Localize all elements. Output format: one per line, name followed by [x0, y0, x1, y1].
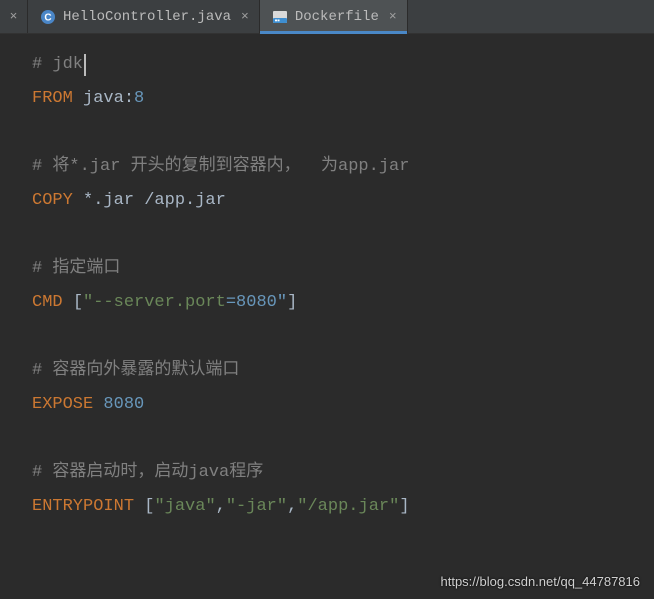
watermark: https://blog.csdn.net/qq_44787816: [441, 574, 641, 589]
code-token: ,: [216, 490, 226, 524]
code-line[interactable]: # 容器向外暴露的默认端口: [32, 354, 654, 388]
code-line[interactable]: # jdk: [32, 48, 654, 82]
code-token: [134, 490, 144, 524]
code-line[interactable]: FROM java:8: [32, 82, 654, 116]
docker-file-icon: [272, 9, 288, 25]
close-icon[interactable]: ×: [0, 0, 28, 33]
tab-dockerfile[interactable]: Dockerfile ×: [260, 0, 408, 33]
code-token: *.jar /app.jar: [83, 184, 226, 218]
close-icon[interactable]: ×: [241, 9, 249, 24]
code-token: # 将*.jar 开头的复制到容器内， 为app.jar: [32, 150, 409, 184]
code-token: "/app.jar": [297, 490, 399, 524]
code-token: # jdk: [32, 48, 83, 82]
code-token: [93, 388, 103, 422]
code-token: java: [83, 82, 124, 116]
code-line[interactable]: [32, 320, 654, 354]
code-token: # 容器向外暴露的默认端口: [32, 354, 239, 388]
code-token: FROM: [32, 82, 73, 116]
code-token: ]: [287, 286, 297, 320]
code-token: [: [144, 490, 154, 524]
code-token: [63, 286, 73, 320]
code-token: "-jar": [226, 490, 287, 524]
code-line[interactable]: CMD ["--server.port=8080"]: [32, 286, 654, 320]
code-token: CMD: [32, 286, 63, 320]
code-token: ]: [399, 490, 409, 524]
code-editor[interactable]: # jdkFROM java:8 # 将*.jar 开头的复制到容器内， 为app…: [0, 34, 654, 524]
code-token: [73, 184, 83, 218]
code-token: 8: [134, 82, 144, 116]
code-token: EXPOSE: [32, 388, 93, 422]
code-line[interactable]: ENTRYPOINT ["java","-jar","/app.jar"]: [32, 490, 654, 524]
code-token: 8080: [103, 388, 144, 422]
code-line[interactable]: # 指定端口: [32, 252, 654, 286]
tab-hellocontroller[interactable]: C HelloController.java ×: [28, 0, 260, 33]
code-token: # 指定端口: [32, 252, 120, 286]
code-token: "--server.port: [83, 286, 226, 320]
code-line[interactable]: COPY *.jar /app.jar: [32, 184, 654, 218]
tab-label: Dockerfile: [295, 9, 379, 25]
code-token: "java": [154, 490, 215, 524]
code-line[interactable]: EXPOSE 8080: [32, 388, 654, 422]
code-token: [73, 82, 83, 116]
code-token: ENTRYPOINT: [32, 490, 134, 524]
java-file-icon: C: [40, 9, 56, 25]
code-token: ,: [287, 490, 297, 524]
code-line[interactable]: [32, 218, 654, 252]
code-token: COPY: [32, 184, 73, 218]
text-cursor: [84, 54, 86, 76]
code-line[interactable]: # 容器启动时，启动java程序: [32, 456, 654, 490]
tab-bar: × C HelloController.java × Dockerfile ×: [0, 0, 654, 34]
code-token: :: [124, 82, 134, 116]
code-line[interactable]: [32, 116, 654, 150]
code-token: # 容器启动时，启动java程序: [32, 456, 263, 490]
svg-text:C: C: [44, 12, 51, 23]
code-token: [: [73, 286, 83, 320]
code-token: =8080": [226, 286, 287, 320]
code-line[interactable]: # 将*.jar 开头的复制到容器内， 为app.jar: [32, 150, 654, 184]
tab-label: HelloController.java: [63, 9, 231, 25]
close-icon[interactable]: ×: [389, 9, 397, 24]
code-line[interactable]: [32, 422, 654, 456]
